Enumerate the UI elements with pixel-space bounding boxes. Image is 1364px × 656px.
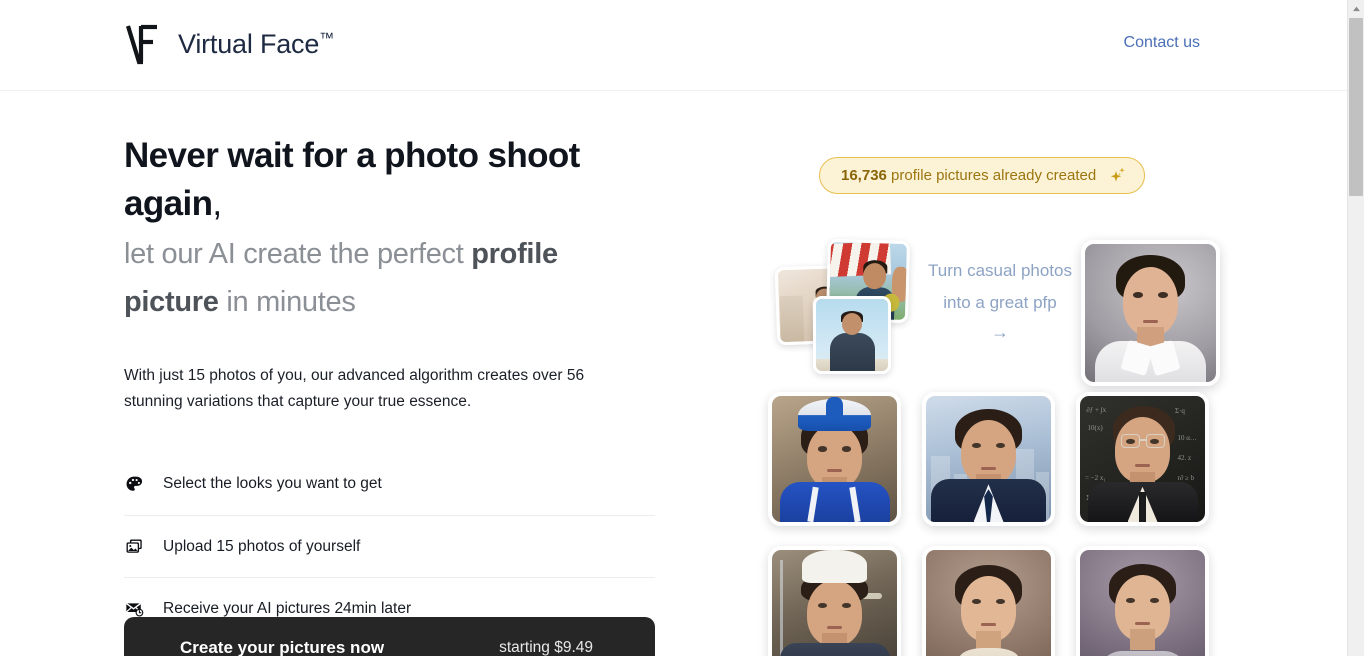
image-upload-icon (124, 537, 144, 557)
vertical-scrollbar[interactable] (1347, 0, 1364, 656)
brand-name: Virtual Face™ (178, 28, 334, 59)
portrait-chef[interactable] (768, 546, 901, 656)
feature-label: Receive your AI pictures 24min later (163, 599, 412, 617)
headline-comma: , (212, 184, 222, 223)
caption-line-3: pfp (1033, 293, 1057, 312)
cta-label: Create your pictures now (180, 638, 385, 656)
arrow-right-icon: → (991, 322, 1009, 342)
subhead-accent-2: picture (124, 286, 219, 318)
palette-icon (124, 474, 144, 494)
portrait-businessman[interactable] (922, 392, 1055, 526)
trademark-symbol: ™ (319, 29, 334, 47)
badge-suffix: profile pictures already created (886, 167, 1097, 184)
portrait-professor[interactable]: ∂ƒ + ∫x 10(x) = −2 x₁ Σ x → n Σ·q 10 α… … (1076, 392, 1209, 526)
brand-logo[interactable]: Virtual Face™ (124, 22, 334, 66)
landing-page: Virtual Face™ Contact us Never wait for … (0, 0, 1364, 656)
portrait-construction-worker[interactable] (768, 392, 901, 526)
hero-description: With just 15 photos of you, our advanced… (124, 367, 585, 410)
scrollbar-thumb[interactable] (1349, 18, 1363, 196)
mail-clock-icon (124, 599, 144, 619)
page-subtitle: let our AI create the perfect profile pi… (124, 230, 644, 326)
portrait-row-2 (768, 546, 1228, 656)
sparkles-icon (1108, 166, 1127, 185)
subhead-text-1: let our AI create the perfect (124, 238, 472, 270)
feature-label: Upload 15 photos of yourself (163, 537, 361, 555)
portrait-row-1: ∂ƒ + ∫x 10(x) = −2 x₁ Σ x → n Σ·q 10 α… … (768, 392, 1228, 526)
hero-right-column: 16,736 profile pictures already created (760, 0, 1320, 656)
headline-line-1: Never wait for a photo shoot (124, 136, 580, 175)
casual-photo-seaside (813, 296, 891, 374)
badge-count: 16,736 (841, 167, 887, 184)
feature-list: Select the looks you want to get Upload … (124, 453, 655, 639)
hero-portrait[interactable] (1081, 240, 1220, 386)
feature-label: Select the looks you want to get (163, 475, 382, 492)
hero-left-column: Never wait for a photo shoot again, let … (124, 132, 684, 639)
badge-text: 16,736 profile pictures already created (841, 167, 1096, 184)
scroll-up-arrow-icon[interactable] (1348, 0, 1364, 17)
caption-line-1: Turn casual (928, 261, 1017, 280)
page-title: Never wait for a photo shoot again, (124, 132, 624, 228)
generated-portrait-grid: ∂ƒ + ∫x 10(x) = −2 x₁ Σ x → n Σ·q 10 α… … (768, 392, 1228, 656)
portrait-casual-studio[interactable] (1076, 546, 1209, 656)
portrait-turtleneck[interactable] (922, 546, 1055, 656)
headline-line-2: again (124, 184, 213, 223)
cta-price: starting $9.49 (499, 639, 593, 656)
create-pictures-cta-button[interactable]: Create your pictures now starting $9.49 (124, 617, 655, 656)
feature-item-upload-photos: Upload 15 photos of yourself (124, 515, 655, 577)
feature-item-select-looks: Select the looks you want to get (124, 453, 655, 515)
subhead-text-2: in minutes (218, 286, 356, 318)
subhead-accent-1: profile (471, 238, 558, 270)
status-badge[interactable]: 16,736 profile pictures already created (819, 157, 1146, 194)
showcase-caption: Turn casual photos into a great pfp → (925, 255, 1075, 341)
vf-monogram-icon (124, 22, 164, 66)
casual-photo-collage (768, 238, 918, 378)
